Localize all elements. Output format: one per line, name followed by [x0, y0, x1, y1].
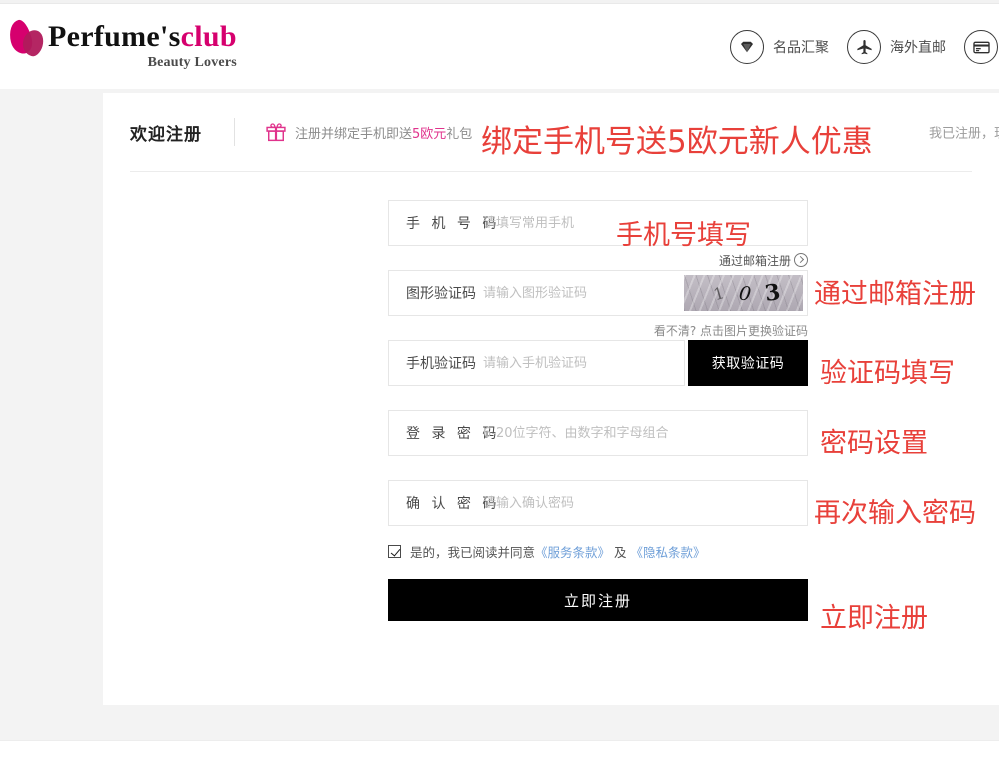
captcha-label: 图形验证码: [406, 286, 476, 302]
registration-page: Perfume'sclub Beauty Lovers 名品汇聚 海外直邮 欢迎…: [0, 0, 999, 757]
annotation-email-register: 通过邮箱注册: [814, 279, 976, 310]
logo-tagline: Beauty Lovers: [147, 55, 237, 70]
field-row-password: 登 录 密 码: [388, 410, 808, 480]
annotation-promo: 绑定手机号送5欧元新人优惠: [481, 124, 873, 160]
password-input[interactable]: [481, 411, 807, 455]
terms-prefix: 是的，我已阅读并同意: [410, 545, 536, 560]
header-link-overseas-label: 海外直邮: [890, 40, 946, 56]
registration-form: 手 机 号 码 通过邮箱注册 图形验证码 103 看不清? 点击图片更换验证码: [103, 172, 999, 621]
promo-prefix: 注册并绑定手机即送: [295, 126, 413, 142]
page-title: 欢迎注册: [130, 124, 202, 145]
sms-field[interactable]: 手机验证码: [388, 340, 685, 386]
annotation-verify-code: 验证码填写: [820, 358, 955, 389]
terms-checkbox[interactable]: [388, 545, 401, 558]
site-logo[interactable]: Perfume'sclub Beauty Lovers: [6, 17, 237, 70]
gift-icon: [265, 122, 287, 142]
annotation-phone: 手机号填写: [616, 220, 751, 251]
password-label: 登 录 密 码: [406, 426, 500, 442]
perfumes-club-logo-icon: [6, 17, 47, 66]
chevron-right-circle-icon: [794, 253, 808, 267]
logo-wordmark: Perfume'sclub: [48, 22, 237, 52]
header-link-payment[interactable]: [964, 30, 999, 64]
terms-of-service-link[interactable]: 《服务条款》: [535, 542, 610, 561]
confirm-password-label: 确 认 密 码: [406, 496, 500, 512]
terms-middle: 及: [614, 545, 627, 560]
annotation-submit: 立即注册: [820, 603, 928, 634]
captcha-field[interactable]: 图形验证码 103: [388, 270, 808, 316]
register-submit-button[interactable]: 立即注册: [388, 579, 808, 621]
header-link-luxury[interactable]: 名品汇聚: [730, 30, 829, 64]
header-link-overseas-shipping[interactable]: 海外直邮: [847, 30, 946, 64]
email-register-link-label: 通过邮箱注册: [718, 254, 791, 268]
logo-word-primary: Perfume's: [48, 20, 181, 53]
promo-suffix: 礼包: [446, 126, 473, 142]
diamond-icon: [730, 30, 764, 64]
airplane-icon: [847, 30, 881, 64]
email-register-link[interactable]: 通过邮箱注册: [388, 252, 808, 270]
captcha-refresh-hint[interactable]: 看不清? 点击图片更换验证码: [388, 322, 808, 340]
password-field[interactable]: 登 录 密 码: [388, 410, 808, 456]
promo-text: 注册并绑定手机即送5欧元礼包: [295, 123, 472, 142]
privacy-policy-link[interactable]: 《隐私条款》: [631, 542, 706, 561]
bottom-strip: [0, 740, 999, 757]
captcha-image-text: 103: [711, 278, 790, 307]
captcha-input[interactable]: [481, 271, 684, 315]
annotation-confirm-password: 再次输入密码: [814, 498, 976, 529]
credit-card-icon: [964, 30, 998, 64]
already-registered-link[interactable]: 我已注册，现在: [929, 123, 999, 142]
field-row-confirm-password: 确 认 密 码: [388, 480, 808, 526]
field-row-sms: 手机验证码 获取验证码: [388, 340, 808, 410]
phone-label: 手 机 号 码: [406, 216, 500, 232]
confirm-password-input[interactable]: [481, 481, 807, 525]
sms-input[interactable]: [481, 341, 684, 385]
confirm-password-field[interactable]: 确 认 密 码: [388, 480, 808, 526]
captcha-image[interactable]: 103: [684, 275, 803, 311]
site-header: Perfume'sclub Beauty Lovers 名品汇聚 海外直邮: [0, 4, 999, 89]
header-link-luxury-label: 名品汇聚: [773, 40, 829, 56]
promo-highlight: 5欧元: [412, 126, 447, 142]
sms-row: 手机验证码 获取验证码: [388, 340, 808, 386]
logo-word-accent: club: [180, 20, 237, 53]
sms-label: 手机验证码: [406, 356, 476, 372]
annotation-password: 密码设置: [820, 428, 928, 459]
divider: [234, 118, 235, 146]
terms-row: 是的，我已阅读并同意 《服务条款》 及 《隐私条款》: [388, 542, 808, 561]
get-code-button[interactable]: 获取验证码: [688, 340, 808, 386]
field-row-captcha: 图形验证码 103 看不清? 点击图片更换验证码: [388, 270, 808, 340]
logo-text: Perfume'sclub Beauty Lovers: [48, 18, 237, 70]
header-link-group: 名品汇聚 海外直邮: [730, 30, 999, 64]
